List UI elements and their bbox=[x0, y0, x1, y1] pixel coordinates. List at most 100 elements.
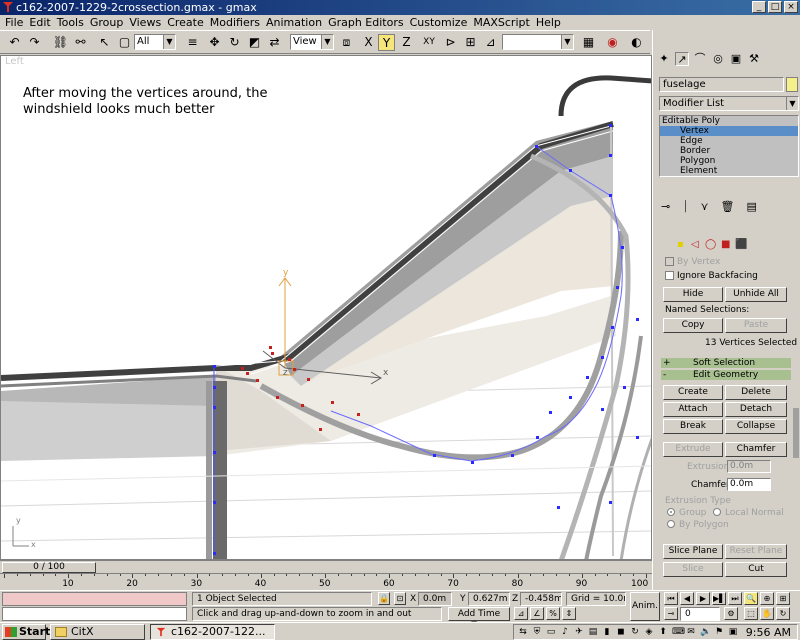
link-icon[interactable]: ⛓ bbox=[52, 34, 69, 51]
object-name-field[interactable]: fuselage bbox=[659, 77, 784, 92]
time-slider-thumb[interactable]: 0 / 100 bbox=[2, 562, 96, 573]
tray-sync-icon[interactable]: ↻ bbox=[630, 627, 640, 637]
restrict-y-icon[interactable]: Y bbox=[378, 34, 395, 51]
polygon-level-icon[interactable]: ■ bbox=[721, 240, 730, 250]
display-tab-icon[interactable]: ▣ bbox=[729, 52, 743, 66]
unhide-all-button[interactable]: Unhide All bbox=[725, 287, 787, 302]
scale-icon[interactable]: ◩ bbox=[246, 34, 263, 51]
cut-button[interactable]: Cut bbox=[725, 562, 787, 577]
group-radio[interactable] bbox=[667, 508, 675, 516]
reference-coordinate-dropdown[interactable]: View ▼ bbox=[290, 34, 334, 50]
tray-update-icon[interactable]: ⬆ bbox=[658, 627, 668, 637]
maxscript-listener-input[interactable] bbox=[2, 607, 187, 621]
attach-button[interactable]: Attach bbox=[663, 402, 723, 417]
zoom-all-icon[interactable]: ⊕ bbox=[760, 592, 774, 605]
menu-customize[interactable]: Customize bbox=[407, 15, 471, 30]
menu-maxscript[interactable]: MAXScript bbox=[470, 15, 532, 30]
absolute-mode-icon[interactable]: ⊡ bbox=[394, 592, 406, 605]
time-config-icon[interactable]: ⚙ bbox=[724, 607, 738, 620]
region-select-icon[interactable]: ▢ bbox=[116, 34, 133, 51]
maximize-button[interactable]: □ bbox=[768, 1, 782, 13]
edge-level-icon[interactable]: ◁ bbox=[691, 240, 699, 250]
start-button[interactable]: Start bbox=[2, 624, 50, 640]
remove-modifier-icon[interactable]: 🗑 bbox=[721, 200, 735, 214]
copy-button[interactable]: Copy bbox=[663, 318, 723, 333]
selection-filter-dropdown[interactable]: All ▼ bbox=[134, 34, 176, 50]
rotate-icon[interactable]: ↻ bbox=[226, 34, 243, 51]
z-coord-field[interactable]: -0.458m bbox=[520, 592, 562, 606]
snap-toggle-icon[interactable]: ⊿ bbox=[514, 607, 528, 620]
tray-display-icon[interactable]: ▣ bbox=[728, 627, 738, 637]
stack-item-vertex[interactable]: Vertex bbox=[660, 126, 798, 136]
left-viewport[interactable]: Left After moving the vertices around, t… bbox=[0, 55, 652, 560]
hide-button[interactable]: Hide bbox=[663, 287, 723, 302]
play-icon[interactable]: ▶ bbox=[696, 592, 710, 605]
quick-render-icon[interactable]: ◐ bbox=[628, 34, 645, 51]
tray-chat-icon[interactable]: ✉ bbox=[686, 627, 696, 637]
next-frame-icon[interactable]: ▶▌ bbox=[712, 592, 726, 605]
stack-item-editable-poly[interactable]: Editable Poly bbox=[660, 116, 798, 126]
motion-tab-icon[interactable]: ◎ bbox=[711, 52, 725, 66]
tray-folder-icon[interactable]: ▤ bbox=[588, 627, 598, 637]
menu-create[interactable]: Create bbox=[164, 15, 207, 30]
goto-start-icon[interactable]: ⏮ bbox=[664, 592, 678, 605]
time-slider[interactable]: 0 / 100 bbox=[0, 560, 652, 573]
taskbar-item-citx[interactable]: CitX bbox=[50, 624, 145, 640]
paste-button[interactable]: Paste bbox=[725, 318, 787, 333]
x-coord-field[interactable]: 0.0m bbox=[418, 592, 452, 606]
lock-selection-icon[interactable]: 🔒 bbox=[378, 592, 390, 605]
zoom-extents-icon[interactable]: ⊞ bbox=[776, 592, 790, 605]
material-editor-icon[interactable]: ▦ bbox=[580, 34, 597, 51]
restrict-xy-icon[interactable]: XY bbox=[418, 34, 440, 51]
redo-icon[interactable]: ↷ bbox=[26, 34, 43, 51]
minimize-button[interactable]: _ bbox=[752, 1, 766, 13]
select-by-name-icon[interactable]: ≡ bbox=[184, 34, 201, 51]
prev-frame-icon[interactable]: ◀ bbox=[680, 592, 694, 605]
tray-disk-icon[interactable]: ◼ bbox=[616, 627, 626, 637]
pivot-center-icon[interactable]: ⧈ bbox=[338, 34, 355, 51]
tray-speaker-icon[interactable]: 🔈 bbox=[700, 627, 711, 637]
percent-snap-icon[interactable]: % bbox=[546, 607, 560, 620]
create-tab-icon[interactable]: ✦ bbox=[657, 52, 671, 66]
local-normal-radio[interactable] bbox=[713, 508, 721, 516]
current-frame-field[interactable]: 0 bbox=[680, 607, 720, 621]
close-button[interactable]: × bbox=[784, 1, 798, 13]
menu-help[interactable]: Help bbox=[533, 15, 564, 30]
element-level-icon[interactable]: ⬛ bbox=[735, 240, 747, 250]
configure-modifier-icon[interactable]: ▤ bbox=[746, 200, 756, 214]
key-mode-icon[interactable]: ⊸ bbox=[664, 607, 678, 620]
tray-monitor-icon[interactable]: ▭ bbox=[546, 627, 556, 637]
pin-stack-icon[interactable]: ⊸ bbox=[661, 200, 670, 214]
y-coord-field[interactable]: 0.627m bbox=[468, 592, 510, 606]
move-icon[interactable]: ✥ bbox=[206, 34, 223, 51]
stack-item-polygon[interactable]: Polygon bbox=[660, 156, 798, 166]
menu-animation[interactable]: Animation bbox=[263, 15, 325, 30]
goto-end-icon[interactable]: ⏭ bbox=[728, 592, 742, 605]
modifier-list-dropdown[interactable]: Modifier List ▼ bbox=[659, 96, 799, 111]
tray-app-icon[interactable]: ◈ bbox=[644, 627, 654, 637]
arc-rotate-icon[interactable]: ↻ bbox=[776, 607, 790, 620]
tray-network-icon[interactable]: ⇆ bbox=[518, 627, 528, 637]
spinner-snap-icon[interactable]: ⇕ bbox=[562, 607, 576, 620]
render-icon[interactable]: ◉ bbox=[604, 34, 621, 51]
slice-plane-button[interactable]: Slice Plane bbox=[663, 544, 723, 559]
chamfer-spinner[interactable]: 0.0m bbox=[727, 478, 771, 491]
undo-icon[interactable]: ↶ bbox=[6, 34, 23, 51]
soft-selection-rollout[interactable]: + Soft Selection bbox=[661, 358, 791, 368]
utilities-tab-icon[interactable]: ⚒ bbox=[747, 52, 761, 66]
hierarchy-tab-icon[interactable]: ⌒ bbox=[693, 52, 707, 66]
taskbar-item-gmax[interactable]: c162-2007-122... bbox=[150, 624, 275, 640]
collapse-button[interactable]: Collapse bbox=[725, 419, 787, 434]
pan-icon[interactable]: ✋ bbox=[760, 607, 774, 620]
tray-battery-icon[interactable]: ▮ bbox=[602, 627, 612, 637]
menu-tools[interactable]: Tools bbox=[54, 15, 87, 30]
tray-keyboard-icon[interactable]: ⌨ bbox=[672, 627, 685, 637]
add-time-tag-button[interactable]: Add Time Tag bbox=[448, 607, 510, 631]
tray-security-icon[interactable]: ⚑ bbox=[714, 627, 724, 637]
break-button[interactable]: Break bbox=[663, 419, 723, 434]
maxscript-listener-output[interactable] bbox=[2, 592, 187, 606]
make-unique-icon[interactable]: ⋎ bbox=[700, 200, 708, 214]
by-vertex-checkbox[interactable] bbox=[665, 257, 674, 266]
object-color-swatch[interactable] bbox=[786, 77, 798, 92]
menu-file[interactable]: File bbox=[2, 15, 26, 30]
